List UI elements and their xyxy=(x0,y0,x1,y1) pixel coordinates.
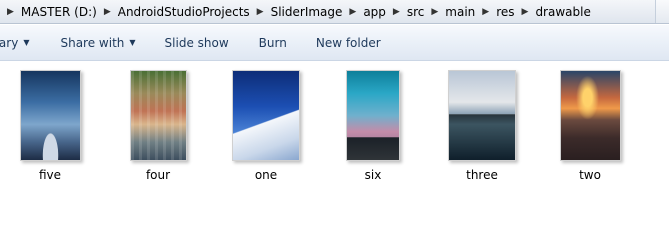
breadcrumb-main[interactable]: main xyxy=(443,5,477,19)
file-name-label[interactable]: five xyxy=(5,168,95,182)
image-thumbnail-icon[interactable] xyxy=(559,70,621,161)
file-item-five[interactable]: five xyxy=(5,70,95,182)
file-name-label[interactable]: four xyxy=(113,168,203,182)
address-bar[interactable]: ▶ MASTER (D:) ▶ AndroidStudioProjects ▶ … xyxy=(0,0,669,24)
breadcrumb-master-drive[interactable]: MASTER (D:) xyxy=(19,5,99,19)
share-with-label: Share with xyxy=(60,35,125,50)
burn-button[interactable]: Burn xyxy=(259,31,287,55)
breadcrumb-separator-icon[interactable]: ▶ xyxy=(252,7,269,17)
breadcrumb-sliderimage[interactable]: SliderImage xyxy=(269,5,345,19)
new-folder-label: New folder xyxy=(315,35,381,50)
include-in-library-button[interactable]: rary ▼ xyxy=(0,31,29,55)
burn-label: Burn xyxy=(258,35,287,50)
file-view[interactable]: five four one six three two xyxy=(0,62,669,241)
address-dropdown-button[interactable] xyxy=(655,0,669,23)
breadcrumb-separator-icon[interactable]: ▶ xyxy=(99,7,116,17)
slide-show-button[interactable]: Slide show xyxy=(165,31,229,55)
breadcrumb-separator-icon[interactable]: ▶ xyxy=(2,7,19,17)
image-thumbnail-icon[interactable] xyxy=(129,70,187,161)
breadcrumb-separator-icon[interactable]: ▶ xyxy=(388,7,405,17)
file-item-two[interactable]: two xyxy=(545,70,635,182)
new-folder-button[interactable]: New folder xyxy=(316,31,381,55)
breadcrumb-drawable[interactable]: drawable xyxy=(533,5,592,19)
file-name-label[interactable]: six xyxy=(328,168,418,182)
breadcrumb-separator-icon[interactable]: ▶ xyxy=(344,7,361,17)
breadcrumb-separator-icon[interactable]: ▶ xyxy=(426,7,443,17)
file-name-label[interactable]: three xyxy=(437,168,527,182)
file-name-label[interactable]: two xyxy=(545,168,635,182)
chevron-down-icon: ▼ xyxy=(129,38,136,47)
file-name-label[interactable]: one xyxy=(221,168,311,182)
image-thumbnail-icon[interactable] xyxy=(448,70,516,161)
breadcrumb-res[interactable]: res xyxy=(494,5,516,19)
file-item-four[interactable]: four xyxy=(113,70,203,182)
breadcrumb-androidstudioprojects[interactable]: AndroidStudioProjects xyxy=(116,5,252,19)
share-with-button[interactable]: Share with ▼ xyxy=(60,31,135,55)
image-thumbnail-icon[interactable] xyxy=(232,70,300,161)
image-thumbnail-icon[interactable] xyxy=(19,70,81,161)
slide-show-label: Slide show xyxy=(164,35,229,50)
breadcrumb-separator-icon[interactable]: ▶ xyxy=(517,7,534,17)
command-bar: rary ▼ Share with ▼ Slide show Burn New … xyxy=(0,25,669,61)
library-label: rary xyxy=(0,35,19,50)
breadcrumb-src[interactable]: src xyxy=(405,5,427,19)
file-item-three[interactable]: three xyxy=(437,70,527,182)
image-thumbnail-icon[interactable] xyxy=(346,70,400,161)
breadcrumb-separator-icon[interactable]: ▶ xyxy=(477,7,494,17)
file-item-six[interactable]: six xyxy=(328,70,418,182)
chevron-down-icon: ▼ xyxy=(23,38,30,47)
breadcrumb-app[interactable]: app xyxy=(361,5,388,19)
file-item-one[interactable]: one xyxy=(221,70,311,182)
